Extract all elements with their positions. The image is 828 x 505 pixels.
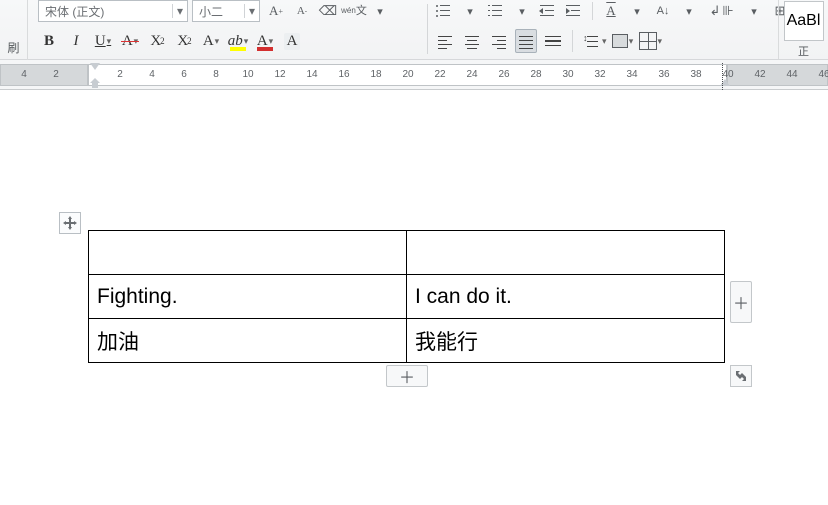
chevron-down-icon[interactable]: ▾: [512, 1, 532, 21]
chevron-down-icon[interactable]: ▾: [744, 1, 764, 21]
font-color-button[interactable]: A▾: [254, 29, 276, 53]
align-justify-button[interactable]: [515, 29, 537, 53]
document-area[interactable]: Fighting. I can do it. 加油 我能行 ＋ ＋: [0, 90, 828, 505]
sort-button[interactable]: A↓: [653, 1, 673, 21]
table-resize-handle[interactable]: [730, 365, 752, 387]
ruler-tick: 2: [50, 69, 62, 80]
phonetic-guide-icon[interactable]: wén 文: [344, 1, 364, 21]
first-line-indent-marker[interactable]: [90, 63, 100, 70]
font-format-tools: B I U▾ A▾ X2 X2 A▾ ab▾ A▾ A: [38, 27, 303, 55]
ruler-tick: 18: [370, 69, 382, 80]
chevron-down-icon[interactable]: ▾: [679, 1, 699, 21]
highlight-button[interactable]: ab▾: [227, 29, 249, 53]
ruler-tick: 4: [18, 69, 30, 80]
ruler-tick: 46: [818, 69, 828, 80]
styles-group: AaBl 正: [778, 0, 828, 59]
decrease-indent-button[interactable]: [538, 1, 558, 21]
font-size-value: 小二: [193, 3, 244, 20]
table-cell[interactable]: 加油: [89, 319, 407, 363]
align-center-button[interactable]: [461, 29, 483, 53]
shading-button[interactable]: ▾: [612, 29, 634, 53]
text-direction-button[interactable]: A: [601, 1, 621, 21]
font-size-tools: A+ A- ⌫ wén 文 ▾: [266, 0, 390, 22]
table-row[interactable]: Fighting. I can do it.: [89, 275, 725, 319]
ruler-tick: 2: [114, 69, 126, 80]
tabs-icon[interactable]: ⊪: [718, 1, 738, 21]
ruler-tick: 8: [210, 69, 222, 80]
ruler-tick: 28: [530, 69, 542, 80]
table-row[interactable]: [89, 231, 725, 275]
change-case-button[interactable]: A▾: [200, 29, 222, 53]
ruler-tick: 12: [274, 69, 286, 80]
ruler-tick: 34: [626, 69, 638, 80]
ruler-tick: 44: [786, 69, 798, 80]
clear-format-icon[interactable]: ⌫: [318, 1, 338, 21]
ruler-tick: 26: [498, 69, 510, 80]
ruler-tick: 20: [402, 69, 414, 80]
ruler-tick: 42: [754, 69, 766, 80]
align-left-button[interactable]: [434, 29, 456, 53]
ruler-tick: 10: [242, 69, 254, 80]
table-row[interactable]: 加油 我能行: [89, 319, 725, 363]
superscript-button[interactable]: X2: [146, 29, 168, 53]
chevron-down-icon[interactable]: ▾: [172, 4, 187, 18]
number-list-button[interactable]: [486, 1, 506, 21]
ruler-tick: 38: [690, 69, 702, 80]
ruler-tick: 24: [466, 69, 478, 80]
paragraph-align-tools: ↕ ▾ ▾ ▾: [434, 27, 662, 55]
ruler-tick: 14: [306, 69, 318, 80]
format-painter-label: 刷: [7, 39, 19, 56]
horizontal-ruler[interactable]: 6422468101214161820222426283032343638404…: [0, 60, 828, 90]
ruler-tick: 4: [146, 69, 158, 80]
ruler-tick: 6: [178, 69, 190, 80]
chevron-down-icon[interactable]: ▾: [244, 4, 259, 18]
borders-button[interactable]: ▾: [639, 29, 663, 53]
table-cell[interactable]: [89, 231, 407, 275]
table-cell[interactable]: [407, 231, 725, 275]
table-cell[interactable]: Fighting.: [89, 275, 407, 319]
hanging-indent-marker[interactable]: [90, 78, 100, 86]
ruler-tick: 32: [594, 69, 606, 80]
underline-button[interactable]: U▾: [92, 29, 114, 53]
style-label: 正: [779, 43, 828, 59]
ruler-tick: 30: [562, 69, 574, 80]
ruler-tick: 16: [338, 69, 350, 80]
ruler-tick: 36: [658, 69, 670, 80]
format-painter-group: 刷: [0, 0, 28, 60]
bullet-list-button[interactable]: [434, 1, 454, 21]
shrink-font-icon[interactable]: A-: [292, 1, 312, 21]
style-normal[interactable]: AaBl: [784, 1, 824, 41]
chevron-down-icon[interactable]: ▾: [627, 1, 647, 21]
table-cell[interactable]: I can do it.: [407, 275, 725, 319]
distribute-button[interactable]: [542, 29, 564, 53]
move-icon: [63, 216, 77, 230]
char-shading-button[interactable]: A: [281, 29, 303, 53]
add-column-button[interactable]: ＋: [730, 281, 752, 323]
chevron-down-icon[interactable]: ▾: [370, 1, 390, 21]
ribbon: 刷 宋体 (正文) ▾ 小二 ▾ A+ A- ⌫ wén 文 ▾ B I U▾ …: [0, 0, 828, 60]
align-right-button[interactable]: [488, 29, 510, 53]
font-name-combo[interactable]: 宋体 (正文) ▾: [38, 0, 188, 22]
add-row-button[interactable]: ＋: [386, 365, 428, 387]
paragraph-list-tools: ▾ ▾: [434, 0, 725, 22]
bold-button[interactable]: B: [38, 29, 60, 53]
table-move-handle[interactable]: [59, 212, 81, 234]
increase-indent-button[interactable]: [564, 1, 584, 21]
chevron-down-icon[interactable]: ▾: [460, 1, 480, 21]
ruler-tick: 22: [434, 69, 446, 80]
strikethrough-button[interactable]: A▾: [119, 29, 141, 53]
table-wrapper: Fighting. I can do it. 加油 我能行 ＋ ＋: [88, 230, 725, 363]
line-spacing-button[interactable]: ↕ ▾: [581, 29, 607, 53]
document-table[interactable]: Fighting. I can do it. 加油 我能行: [88, 230, 725, 363]
font-size-combo[interactable]: 小二 ▾: [192, 0, 260, 22]
italic-button[interactable]: I: [65, 29, 87, 53]
table-cell[interactable]: 我能行: [407, 319, 725, 363]
resize-icon: [735, 370, 747, 382]
grow-font-icon[interactable]: A+: [266, 1, 286, 21]
subscript-button[interactable]: X2: [173, 29, 195, 53]
font-name-value: 宋体 (正文): [39, 3, 172, 20]
